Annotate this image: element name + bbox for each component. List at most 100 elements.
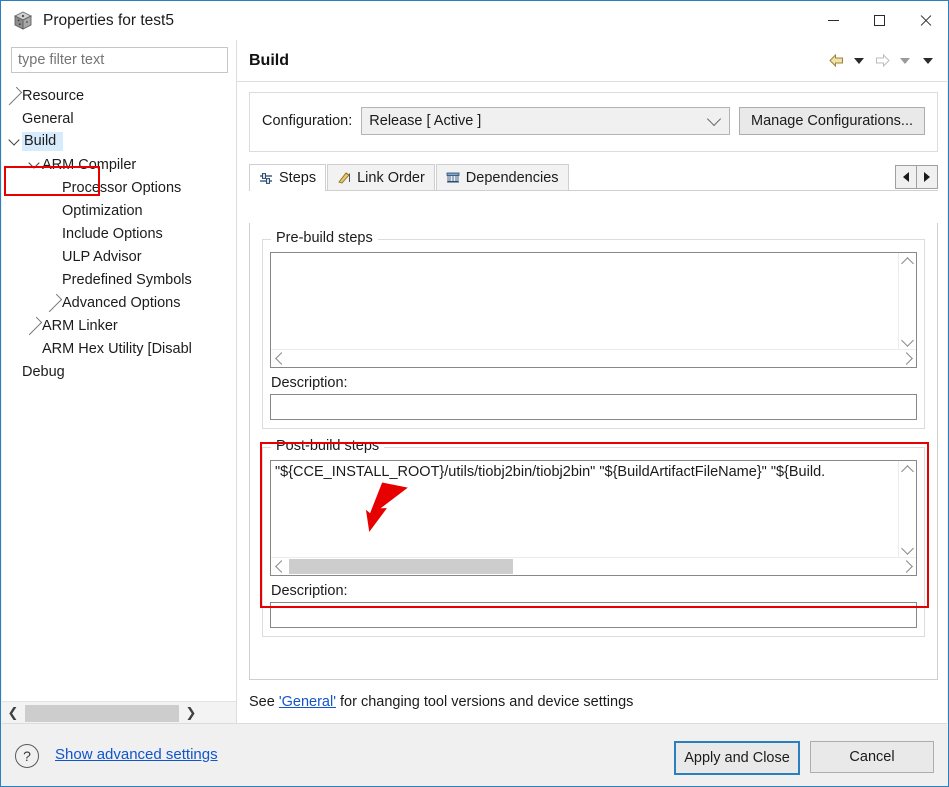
scrollbar-thumb[interactable] [289, 559, 513, 574]
tree-item-processor-options[interactable]: Processor Options [2, 176, 236, 199]
chevron-right-icon[interactable] [46, 299, 62, 307]
settings-detail-panel: Build [237, 40, 947, 724]
scroll-left-icon[interactable]: ❮ [2, 702, 24, 724]
pre-build-description-label: Description: [271, 375, 917, 391]
post-build-horizontal-scrollbar[interactable] [271, 557, 916, 575]
tree-item-label: ARM Compiler [42, 157, 136, 173]
pre-build-horizontal-scrollbar[interactable] [271, 349, 916, 367]
tab-scroll-controls[interactable] [896, 165, 938, 189]
help-icon[interactable]: ? [15, 744, 39, 768]
scroll-up-icon[interactable] [899, 461, 916, 478]
scroll-up-icon[interactable] [899, 253, 916, 270]
post-build-description-input[interactable] [270, 602, 917, 628]
steps-icon [259, 172, 273, 185]
page-header: Build [237, 40, 947, 82]
dialog-footer: ? Show advanced settings Apply and Close… [2, 723, 947, 785]
minimize-icon [828, 20, 839, 21]
tree-item-label: Processor Options [62, 180, 181, 196]
twisty-glyph [28, 157, 39, 168]
post-build-title: Post-build steps [271, 438, 384, 454]
twisty-glyph [44, 293, 62, 311]
chevron-right-icon[interactable] [6, 92, 22, 100]
overflow-chevron-down-icon[interactable] [917, 50, 939, 72]
tree-item-label: General [22, 111, 74, 127]
title-bar: Properties for test5 [1, 1, 948, 40]
tab-dependencies[interactable]: Dependencies [436, 164, 569, 190]
post-build-command-textarea[interactable]: "${CCE_INSTALL_ROOT}/utils/tiobj2bin/tio… [270, 460, 917, 576]
tree-item-label: Debug [22, 364, 65, 380]
tab-steps[interactable]: Steps [249, 164, 326, 191]
scroll-right-icon[interactable] [899, 558, 916, 575]
tree-item-label: ULP Advisor [62, 249, 142, 265]
pre-build-description-input[interactable] [270, 394, 917, 420]
configuration-box: Configuration: Release [ Active ] Manage… [249, 92, 938, 152]
scroll-left-icon[interactable] [271, 558, 288, 575]
scroll-right-icon[interactable] [899, 350, 916, 367]
window-controls [810, 1, 948, 40]
scroll-left-icon[interactable] [271, 350, 288, 367]
pre-build-group: Pre-build steps [262, 239, 925, 429]
post-build-group: Post-build steps "${CCE_INSTALL_ROOT}/ut… [262, 447, 925, 637]
pre-build-frame: Description: [262, 239, 925, 429]
tree-item-advanced-options[interactable]: Advanced Options [2, 291, 236, 314]
steps-tab-panel: Pre-build steps [249, 223, 938, 680]
configuration-row: Configuration: Release [ Active ] Manage… [262, 107, 925, 135]
settings-tree[interactable]: Resource General Build ARM Compiler Processo… [2, 81, 236, 686]
cancel-button[interactable]: Cancel [810, 741, 934, 773]
tab-link-order[interactable]: Link Order [327, 164, 435, 190]
tree-item-optimization[interactable]: Optimization [2, 199, 236, 222]
link-order-icon [337, 171, 351, 184]
chevron-right-icon[interactable] [26, 322, 42, 330]
tree-item-resource[interactable]: Resource [2, 84, 236, 107]
next-tab-icon[interactable] [916, 165, 938, 189]
chevron-down-icon[interactable] [26, 162, 42, 167]
tree-horizontal-scrollbar[interactable]: ❮ ❯ [2, 701, 236, 724]
tree-item-label: Include Options [62, 226, 163, 242]
tree-item-arm-linker[interactable]: ARM Linker [2, 314, 236, 337]
footer-buttons: Apply and Close Cancel [674, 741, 934, 775]
previous-tab-icon[interactable] [895, 165, 917, 189]
scroll-down-icon[interactable] [899, 541, 916, 558]
cube-icon [12, 10, 34, 32]
back-history-chevron-down-icon[interactable] [848, 50, 870, 72]
footnote-suffix: for changing tool versions and device se… [336, 694, 633, 710]
twisty-glyph [24, 316, 42, 334]
manage-configurations-button[interactable]: Manage Configurations... [739, 107, 925, 135]
tree-item-predefined-symbols[interactable]: Predefined Symbols [2, 268, 236, 291]
filter-input[interactable] [11, 47, 228, 73]
tree-item-include-options[interactable]: Include Options [2, 222, 236, 245]
tree-item-ulp-advisor[interactable]: ULP Advisor [2, 245, 236, 268]
configuration-select[interactable]: Release [ Active ] [361, 107, 730, 135]
tree-item-arm-hex-utility-disabl[interactable]: ARM Hex Utility [Disabl [2, 337, 236, 360]
tree-item-debug[interactable]: Debug [2, 360, 236, 383]
scroll-right-icon[interactable]: ❯ [180, 702, 202, 724]
maximize-icon [874, 15, 885, 26]
tab-bar[interactable]: StepsLink OrderDependencies [249, 163, 938, 191]
properties-dialog: Properties for test5 Resource General Buil… [0, 0, 949, 787]
history-navigation [825, 40, 939, 81]
tree-item-arm-compiler[interactable]: ARM Compiler [2, 153, 236, 176]
close-button[interactable] [902, 1, 948, 40]
twisty-glyph [4, 86, 22, 104]
close-icon [919, 14, 932, 27]
tree-item-build[interactable]: Build [2, 130, 236, 153]
back-arrow-icon[interactable] [825, 50, 847, 72]
maximize-button[interactable] [856, 1, 902, 40]
apply-and-close-button[interactable]: Apply and Close [674, 741, 800, 775]
tree-item-label: ARM Hex Utility [Disabl [42, 341, 192, 357]
scroll-down-icon[interactable] [899, 333, 916, 350]
tree-item-label: Predefined Symbols [62, 272, 192, 288]
tree-item-general[interactable]: General [2, 107, 236, 130]
dependencies-icon [446, 171, 460, 184]
scrollbar-thumb[interactable] [25, 705, 179, 722]
general-link[interactable]: 'General' [279, 694, 336, 710]
pre-build-vertical-scrollbar[interactable] [898, 253, 916, 350]
settings-tree-panel: Resource General Build ARM Compiler Processo… [2, 40, 237, 724]
minimize-button[interactable] [810, 1, 856, 40]
pre-build-command-textarea[interactable] [270, 252, 917, 368]
chevron-down-icon[interactable] [6, 139, 22, 144]
show-advanced-settings-link[interactable]: Show advanced settings [55, 746, 218, 763]
tree-item-label: Optimization [62, 203, 143, 219]
post-build-vertical-scrollbar[interactable] [898, 461, 916, 558]
forward-arrow-icon [871, 50, 893, 72]
